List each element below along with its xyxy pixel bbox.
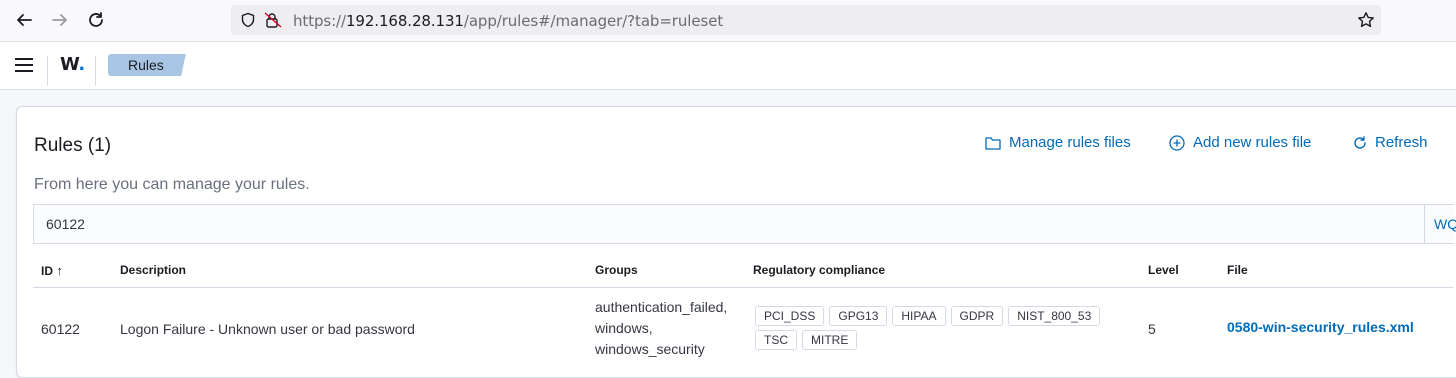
table-row[interactable]: 60122 Logon Failure - Unknown user or ba… [33,288,1453,378]
cell-file-link[interactable]: 0580-win-security_rules.xml [1227,319,1414,335]
breadcrumb-rules[interactable]: Rules [108,54,186,76]
plus-circle-icon [1169,134,1185,151]
address-bar[interactable]: https://192.168.28.131/app/rules#/manage… [231,5,1381,35]
search-input[interactable] [34,205,1424,243]
cell-id: 60122 [41,321,80,337]
refresh-icon [1354,135,1366,149]
compliance-badge[interactable]: HIPAA [892,306,946,326]
folder-icon [985,136,1001,150]
rules-panel: Rules (1) From here you can manage your … [16,106,1456,378]
compliance-badge[interactable]: PCI_DSS [755,306,825,326]
lock-insecure-icon [264,12,282,28]
menu-icon[interactable] [14,56,34,74]
cell-level: 5 [1148,321,1156,337]
table-header: ID ↑ Description Groups Regulatory compl… [33,243,1453,288]
cell-description: Logon Failure - Unknown user or bad pass… [120,321,415,337]
reload-icon [89,12,103,27]
cell-groups: authentication_failed, windows, windows_… [595,297,727,360]
compliance-badge[interactable]: GDPR [950,306,1004,326]
arrow-left-icon [17,14,32,26]
group-item: authentication_failed, [595,299,728,315]
page-title: Rules (1) [34,135,112,156]
column-header-file[interactable]: File [1227,263,1248,277]
group-item: windows, [595,320,653,336]
add-new-rules-file-button[interactable]: Add new rules file [1169,134,1311,151]
column-header-id[interactable]: ID ↑ [41,263,63,278]
refresh-button[interactable]: Refresh [1353,134,1428,151]
reload-button[interactable] [83,7,109,33]
url-text: https://192.168.28.131/app/rules#/manage… [293,12,724,30]
manage-rules-files-label: Manage rules files [1009,134,1131,151]
add-new-rules-file-label: Add new rules file [1193,134,1312,151]
column-header-groups[interactable]: Groups [595,263,638,277]
search-bar: WQ [33,204,1456,244]
cell-compliance: PCI_DSS GPG13 HIPAA GDPR NIST_800_53 TSC… [755,306,1115,350]
column-header-compliance[interactable]: Regulatory compliance [753,263,885,277]
bookmark-star-icon[interactable] [1357,11,1375,29]
shield-icon [241,12,255,28]
column-header-level[interactable]: Level [1148,263,1179,277]
back-button[interactable] [11,7,37,33]
wql-toggle-button[interactable]: WQ [1424,205,1456,243]
arrow-right-icon [52,14,67,26]
sort-ascending-icon: ↑ [56,263,63,278]
compliance-badge[interactable]: NIST_800_53 [1008,306,1101,326]
column-header-description[interactable]: Description [120,263,186,277]
header-divider [47,56,48,86]
manage-rules-files-button[interactable]: Manage rules files [985,134,1131,151]
forward-button[interactable] [47,7,73,33]
compliance-badge[interactable]: MITRE [802,330,858,350]
compliance-badge[interactable]: GPG13 [829,306,888,326]
refresh-label: Refresh [1375,134,1428,151]
app-logo[interactable]: W. [60,54,85,75]
group-item: windows_security [595,341,705,357]
page-subtitle: From here you can manage your rules. [34,176,310,193]
app-header: W. Rules [0,42,1456,90]
compliance-badge[interactable]: TSC [755,330,797,350]
browser-toolbar: https://192.168.28.131/app/rules#/manage… [0,0,1456,42]
header-divider [95,56,96,86]
